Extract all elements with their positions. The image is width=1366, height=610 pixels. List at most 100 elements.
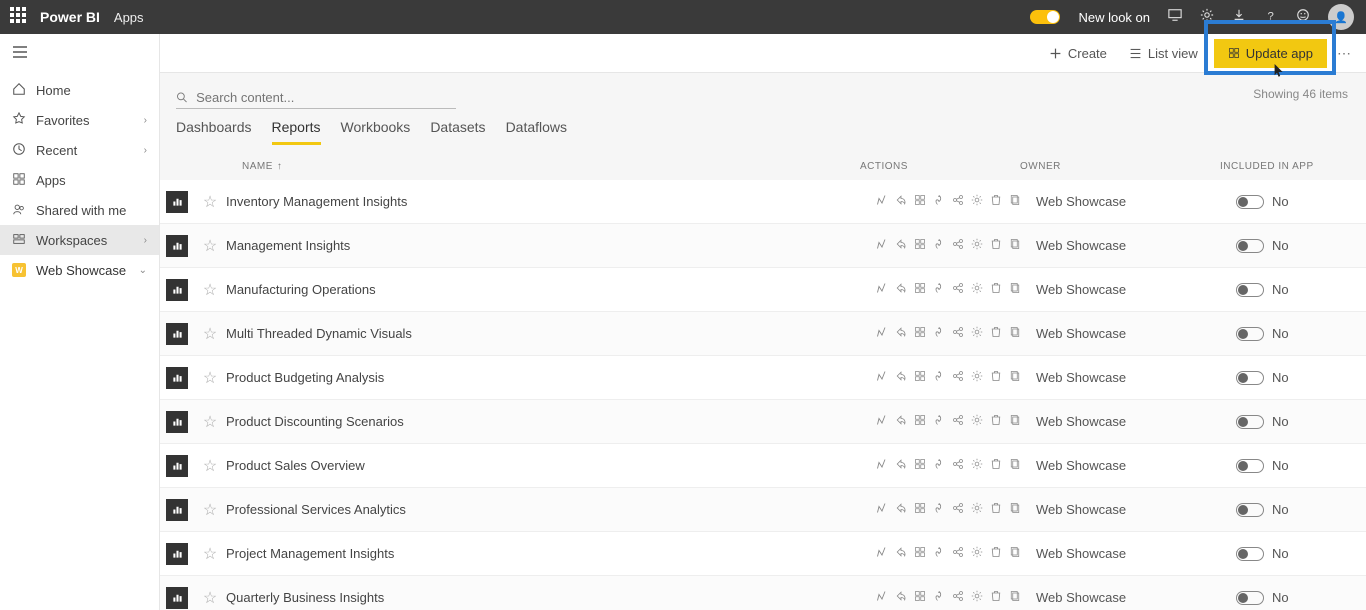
insights-icon[interactable] (933, 501, 945, 519)
export-icon[interactable] (895, 589, 907, 607)
copy-icon[interactable] (1009, 501, 1021, 519)
share-icon[interactable] (952, 457, 964, 475)
delete-icon[interactable] (990, 369, 1002, 387)
copy-icon[interactable] (1009, 281, 1021, 299)
settings-icon[interactable] (971, 545, 983, 563)
included-toggle[interactable] (1236, 195, 1264, 209)
included-toggle[interactable] (1236, 459, 1264, 473)
favorite-star[interactable]: ☆ (194, 280, 226, 300)
report-name[interactable]: Management Insights (226, 238, 876, 253)
delete-icon[interactable] (990, 193, 1002, 211)
monitor-icon[interactable] (1168, 8, 1182, 27)
copy-icon[interactable] (1009, 237, 1021, 255)
list-view-button[interactable]: List view (1123, 42, 1204, 65)
embed-icon[interactable] (914, 457, 926, 475)
copy-icon[interactable] (1009, 413, 1021, 431)
insights-icon[interactable] (933, 281, 945, 299)
table-row[interactable]: ☆Management InsightsWeb ShowcaseNo (160, 224, 1366, 268)
embed-icon[interactable] (914, 325, 926, 343)
smile-icon[interactable] (1296, 8, 1310, 27)
gear-icon[interactable] (1200, 8, 1214, 27)
favorite-star[interactable]: ☆ (194, 544, 226, 564)
included-toggle[interactable] (1236, 283, 1264, 297)
hamburger-icon[interactable] (0, 34, 159, 75)
nav-current-workspace[interactable]: W Web Showcase ⌄ (0, 255, 159, 285)
share-icon[interactable] (952, 281, 964, 299)
favorite-star[interactable]: ☆ (194, 368, 226, 388)
report-name[interactable]: Manufacturing Operations (226, 282, 876, 297)
waffle-icon[interactable] (10, 7, 26, 28)
copy-icon[interactable] (1009, 325, 1021, 343)
export-icon[interactable] (895, 457, 907, 475)
more-options-button[interactable]: ⋯ (1337, 45, 1352, 62)
analyze-icon[interactable] (876, 589, 888, 607)
insights-icon[interactable] (933, 369, 945, 387)
included-toggle[interactable] (1236, 503, 1264, 517)
analyze-icon[interactable] (876, 237, 888, 255)
brand-label[interactable]: Power BI (40, 9, 100, 25)
settings-icon[interactable] (971, 589, 983, 607)
table-row[interactable]: ☆Product Discounting ScenariosWeb Showca… (160, 400, 1366, 444)
avatar[interactable]: 👤 (1328, 4, 1354, 30)
export-icon[interactable] (895, 193, 907, 211)
share-icon[interactable] (952, 545, 964, 563)
analyze-icon[interactable] (876, 369, 888, 387)
analyze-icon[interactable] (876, 413, 888, 431)
settings-icon[interactable] (971, 237, 983, 255)
col-name-header[interactable]: NAME ↑ (242, 161, 860, 172)
report-name[interactable]: Product Budgeting Analysis (226, 370, 876, 385)
export-icon[interactable] (895, 281, 907, 299)
favorite-star[interactable]: ☆ (194, 412, 226, 432)
table-row[interactable]: ☆Product Sales OverviewWeb ShowcaseNo (160, 444, 1366, 488)
table-row[interactable]: ☆Professional Services AnalyticsWeb Show… (160, 488, 1366, 532)
table-row[interactable]: ☆Manufacturing OperationsWeb ShowcaseNo (160, 268, 1366, 312)
report-name[interactable]: Inventory Management Insights (226, 194, 876, 209)
included-toggle[interactable] (1236, 371, 1264, 385)
table-row[interactable]: ☆Quarterly Business InsightsWeb Showcase… (160, 576, 1366, 610)
report-name[interactable]: Multi Threaded Dynamic Visuals (226, 326, 876, 341)
export-icon[interactable] (895, 325, 907, 343)
insights-icon[interactable] (933, 193, 945, 211)
insights-icon[interactable] (933, 457, 945, 475)
embed-icon[interactable] (914, 589, 926, 607)
delete-icon[interactable] (990, 545, 1002, 563)
settings-icon[interactable] (971, 193, 983, 211)
tab-workbooks[interactable]: Workbooks (341, 119, 411, 145)
nav-shared[interactable]: Shared with me (0, 195, 159, 225)
help-icon[interactable]: ? (1264, 8, 1278, 27)
nav-favorites[interactable]: Favorites › (0, 105, 159, 135)
settings-icon[interactable] (971, 457, 983, 475)
tab-reports[interactable]: Reports (272, 119, 321, 145)
tab-dataflows[interactable]: Dataflows (506, 119, 567, 145)
nav-apps[interactable]: Apps (0, 165, 159, 195)
apps-link[interactable]: Apps (114, 10, 144, 25)
share-icon[interactable] (952, 501, 964, 519)
analyze-icon[interactable] (876, 325, 888, 343)
embed-icon[interactable] (914, 501, 926, 519)
embed-icon[interactable] (914, 413, 926, 431)
embed-icon[interactable] (914, 237, 926, 255)
download-icon[interactable] (1232, 8, 1246, 27)
analyze-icon[interactable] (876, 501, 888, 519)
export-icon[interactable] (895, 237, 907, 255)
delete-icon[interactable] (990, 501, 1002, 519)
report-name[interactable]: Project Management Insights (226, 546, 876, 561)
table-row[interactable]: ☆Inventory Management InsightsWeb Showca… (160, 180, 1366, 224)
favorite-star[interactable]: ☆ (194, 192, 226, 212)
copy-icon[interactable] (1009, 545, 1021, 563)
table-row[interactable]: ☆Multi Threaded Dynamic VisualsWeb Showc… (160, 312, 1366, 356)
favorite-star[interactable]: ☆ (194, 456, 226, 476)
copy-icon[interactable] (1009, 369, 1021, 387)
settings-icon[interactable] (971, 369, 983, 387)
included-toggle[interactable] (1236, 547, 1264, 561)
analyze-icon[interactable] (876, 193, 888, 211)
settings-icon[interactable] (971, 281, 983, 299)
share-icon[interactable] (952, 325, 964, 343)
favorite-star[interactable]: ☆ (194, 500, 226, 520)
delete-icon[interactable] (990, 413, 1002, 431)
settings-icon[interactable] (971, 325, 983, 343)
embed-icon[interactable] (914, 545, 926, 563)
delete-icon[interactable] (990, 589, 1002, 607)
export-icon[interactable] (895, 501, 907, 519)
tab-dashboards[interactable]: Dashboards (176, 119, 252, 145)
